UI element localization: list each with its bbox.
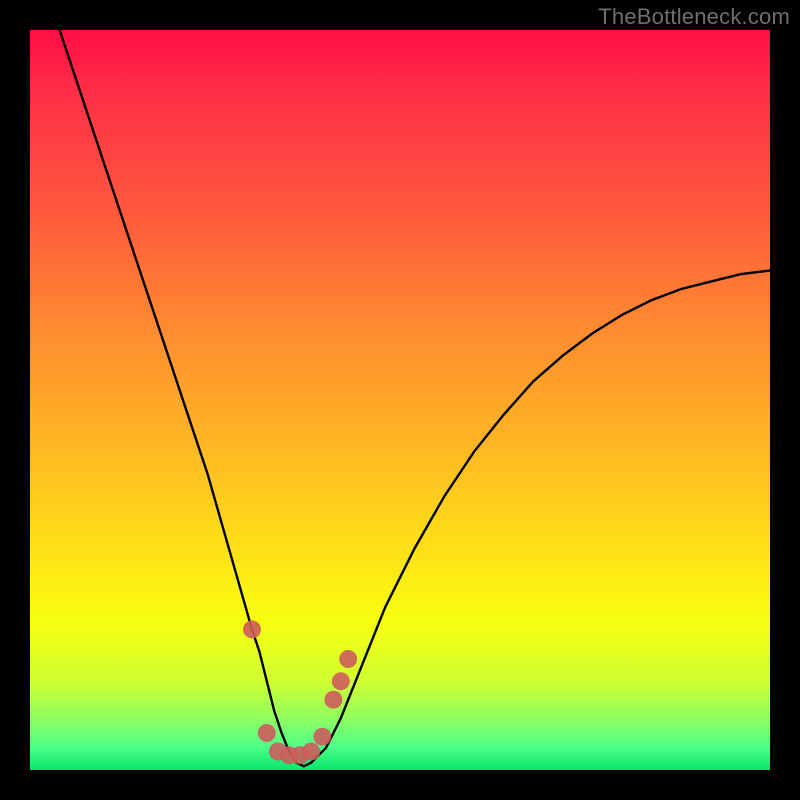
- marker-group: [243, 620, 357, 764]
- data-marker: [324, 691, 342, 709]
- data-marker: [258, 724, 276, 742]
- data-marker: [302, 743, 320, 761]
- data-marker: [332, 672, 350, 690]
- curve-layer: [30, 30, 770, 770]
- plot-area: [30, 30, 770, 770]
- data-marker: [313, 728, 331, 746]
- watermark-text: TheBottleneck.com: [598, 4, 790, 30]
- bottleneck-curve: [60, 30, 770, 766]
- chart-frame: TheBottleneck.com: [0, 0, 800, 800]
- data-marker: [339, 650, 357, 668]
- data-marker: [243, 620, 261, 638]
